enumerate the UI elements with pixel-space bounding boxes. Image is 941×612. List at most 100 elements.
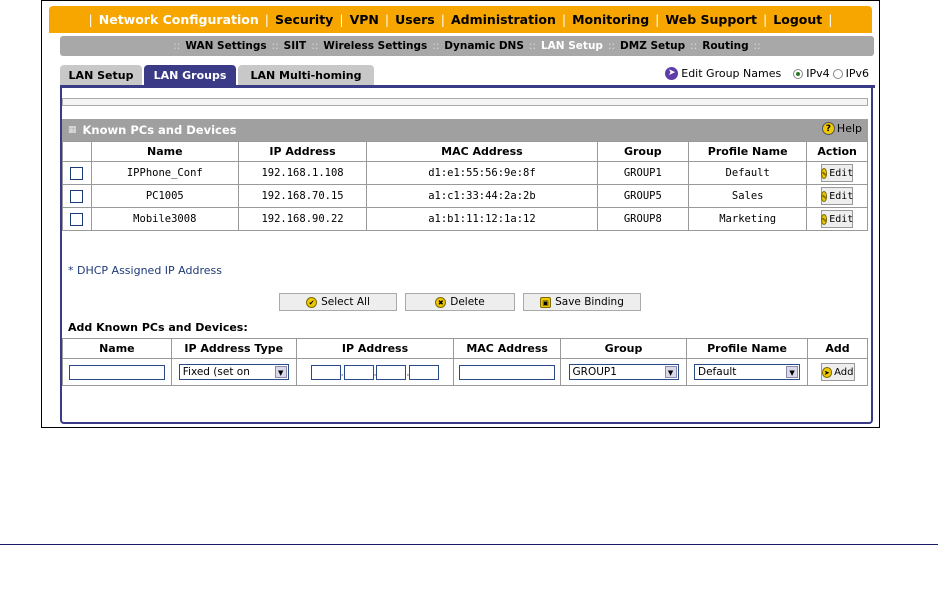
add-col-ip-type: IP Address Type [170, 338, 297, 359]
subnav-routing[interactable]: Routing [702, 40, 748, 52]
tab-lan-setup[interactable]: LAN Setup [60, 65, 142, 85]
subnav-wireless-settings[interactable]: Wireless Settings [323, 40, 427, 52]
subnav-siit[interactable]: SIIT [284, 40, 307, 52]
nav-monitoring[interactable]: Monitoring [572, 12, 649, 27]
subnav-dmz-setup[interactable]: DMZ Setup [620, 40, 685, 52]
cell-ip: 192.168.70.15 [237, 184, 368, 208]
arrow-right-icon[interactable]: ➤ [665, 67, 679, 80]
row-checkbox[interactable] [70, 212, 84, 226]
help-icon: ? [821, 122, 835, 135]
plus-icon: ➤ [821, 366, 833, 378]
pencil-icon: ✎ [820, 190, 828, 202]
progress-bar [62, 98, 868, 106]
cell-profile: Marketing [688, 207, 808, 231]
ip-octet-2-input[interactable] [343, 364, 374, 380]
delete-icon: ✖ [435, 296, 447, 308]
save-icon: ▣ [540, 296, 552, 308]
edit-button[interactable]: ✎ Edit [820, 187, 853, 205]
row-checkbox[interactable] [70, 189, 84, 203]
add-col-profile: Profile Name [686, 338, 808, 359]
ip-octet-4-input[interactable] [409, 364, 440, 380]
chevron-down-icon: ▼ [274, 366, 287, 378]
cell-profile: Default [688, 161, 808, 185]
cell-mac: a1:c1:33:44:2a:2b [366, 184, 598, 208]
edit-button[interactable]: ✎ Edit [820, 164, 853, 182]
nav-administration[interactable]: Administration [451, 12, 556, 27]
nav-users[interactable]: Users [395, 12, 435, 27]
edit-group-names-link[interactable]: Edit Group Names [681, 67, 781, 80]
ipv4-radio[interactable] [793, 68, 804, 79]
subnav-dynamic-dns[interactable]: Dynamic DNS [444, 40, 524, 52]
edit-button[interactable]: ✎ Edit [820, 210, 853, 228]
add-name-input[interactable] [68, 364, 165, 380]
col-name: Name [90, 141, 239, 162]
known-devices-title: Known PCs and Devices [82, 123, 237, 137]
add-input-row: Fixed (set on ▼ ... GROUP1 ▼ Default ▼ ➤… [62, 358, 868, 386]
tab-lan-multi-homing[interactable]: LAN Multi-homing [238, 65, 374, 85]
subnav-lan-setup[interactable]: LAN Setup [541, 40, 603, 52]
add-device-table: Name IP Address Type IP Address MAC Addr… [62, 338, 868, 386]
row-checkbox[interactable] [70, 166, 84, 180]
ipv6-radio[interactable] [832, 68, 843, 79]
ip-type-select[interactable]: Fixed (set on ▼ [178, 364, 289, 380]
table-header-row: Name IP Address MAC Address Group Profil… [62, 141, 868, 162]
mac-address-input[interactable] [459, 364, 556, 380]
help-link[interactable]: ? Help [821, 122, 862, 135]
nav-vpn[interactable]: VPN [350, 12, 379, 27]
add-col-name: Name [62, 338, 172, 359]
known-devices-header: ▦ Known PCs and Devices ? Help [62, 119, 868, 141]
chevron-down-icon: ▼ [664, 366, 677, 378]
router-config-window: | Network Configuration | Security | VPN… [41, 0, 880, 428]
col-group: Group [596, 141, 690, 162]
nav-logout[interactable]: Logout [773, 12, 822, 27]
add-button[interactable]: ➤ Add [820, 363, 855, 381]
cell-ip: 192.168.90.22 [237, 207, 368, 231]
col-ip-address: IP Address [237, 141, 368, 162]
tab-lan-groups[interactable]: LAN Groups [144, 65, 236, 85]
page-divider [0, 544, 938, 545]
add-header-row: Name IP Address Type IP Address MAC Addr… [62, 338, 868, 359]
cell-name: PC1005 [90, 184, 239, 208]
ipv4-label: IPv4 [806, 67, 830, 80]
content-panel: ▦ Known PCs and Devices ? Help Name IP A… [60, 88, 873, 424]
cell-name: Mobile3008 [90, 207, 239, 231]
group-select[interactable]: GROUP1 ▼ [568, 364, 679, 380]
check-icon: ✔ [306, 296, 318, 308]
cell-group: GROUP8 [596, 207, 690, 231]
grid-icon: ▦ [68, 125, 77, 135]
nav-network-configuration[interactable]: Network Configuration [99, 12, 259, 27]
cell-group: GROUP5 [596, 184, 690, 208]
nav-web-support[interactable]: Web Support [665, 12, 757, 27]
add-col-mac: MAC Address [453, 338, 562, 359]
help-label: Help [836, 122, 862, 135]
cell-mac: d1:e1:55:56:9e:8f [366, 161, 598, 185]
table-row: IPPhone_Conf 192.168.1.108 d1:e1:55:56:9… [62, 161, 868, 185]
pencil-icon: ✎ [820, 167, 828, 179]
col-mac-address: MAC Address [366, 141, 598, 162]
ip-octet-3-input[interactable] [376, 364, 407, 380]
table-row: Mobile3008 192.168.90.22 a1:b1:11:12:1a:… [62, 207, 868, 231]
pencil-icon: ✎ [820, 213, 828, 225]
main-nav: | Network Configuration | Security | VPN… [49, 6, 872, 33]
nav-security[interactable]: Security [275, 12, 333, 27]
ip-octet-1-input[interactable] [310, 364, 341, 380]
delete-button[interactable]: ✖ Delete [405, 293, 515, 311]
add-col-ip-address: IP Address [295, 338, 455, 359]
sub-nav: :: WAN Settings :: SIIT :: Wireless Sett… [60, 36, 874, 56]
ipv6-label: IPv6 [845, 67, 869, 80]
profile-select[interactable]: Default ▼ [694, 364, 801, 380]
table-row: PC1005 192.168.70.15 a1:c1:33:44:2a:2b G… [62, 184, 868, 208]
save-binding-button[interactable]: ▣ Save Binding [523, 293, 641, 311]
cell-profile: Sales [688, 184, 808, 208]
group-options: ➤ Edit Group Names IPv4 IPv6 [665, 67, 869, 80]
col-profile-name: Profile Name [688, 141, 808, 162]
known-devices-table: Name IP Address MAC Address Group Profil… [62, 141, 868, 231]
subnav-wan-settings[interactable]: WAN Settings [185, 40, 266, 52]
col-action: Action [806, 141, 868, 162]
add-col-group: Group [560, 338, 688, 359]
add-col-add: Add [807, 338, 868, 359]
cell-mac: a1:b1:11:12:1a:12 [366, 207, 598, 231]
select-all-button[interactable]: ✔ Select All [279, 293, 397, 311]
cell-ip: 192.168.1.108 [237, 161, 368, 185]
cell-name: IPPhone_Conf [90, 161, 239, 185]
